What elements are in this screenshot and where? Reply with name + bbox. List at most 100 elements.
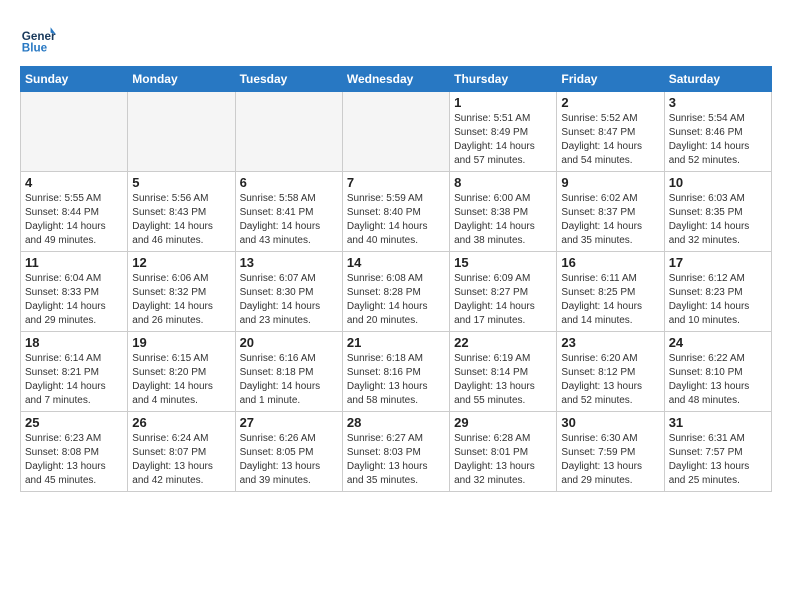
day-info: Sunrise: 6:09 AM Sunset: 8:27 PM Dayligh… [454,272,552,328]
weekday-header: Wednesday [342,67,449,92]
svg-text:Blue: Blue [22,42,48,55]
day-info: Sunrise: 6:15 AM Sunset: 8:20 PM Dayligh… [132,352,230,408]
day-info: Sunrise: 5:51 AM Sunset: 8:49 PM Dayligh… [454,112,552,168]
day-info: Sunrise: 6:00 AM Sunset: 8:38 PM Dayligh… [454,192,552,248]
day-info: Sunrise: 5:58 AM Sunset: 8:41 PM Dayligh… [240,192,338,248]
day-info: Sunrise: 6:28 AM Sunset: 8:01 PM Dayligh… [454,432,552,488]
calendar-cell: 14 Sunrise: 6:08 AM Sunset: 8:28 PM Dayli… [342,252,449,332]
day-number: 4 [25,175,123,190]
calendar-cell: 7 Sunrise: 5:59 AM Sunset: 8:40 PM Daylig… [342,172,449,252]
day-number: 13 [240,255,338,270]
calendar-cell: 26 Sunrise: 6:24 AM Sunset: 8:07 PM Dayli… [128,412,235,492]
day-info: Sunrise: 6:18 AM Sunset: 8:16 PM Dayligh… [347,352,445,408]
day-info: Sunrise: 6:30 AM Sunset: 7:59 PM Dayligh… [561,432,659,488]
day-info: Sunrise: 5:52 AM Sunset: 8:47 PM Dayligh… [561,112,659,168]
day-info: Sunrise: 6:26 AM Sunset: 8:05 PM Dayligh… [240,432,338,488]
day-info: Sunrise: 5:54 AM Sunset: 8:46 PM Dayligh… [669,112,767,168]
calendar-cell [128,92,235,172]
day-info: Sunrise: 6:19 AM Sunset: 8:14 PM Dayligh… [454,352,552,408]
calendar-cell: 5 Sunrise: 5:56 AM Sunset: 8:43 PM Daylig… [128,172,235,252]
calendar-week-row: 1 Sunrise: 5:51 AM Sunset: 8:49 PM Daylig… [21,92,772,172]
day-number: 23 [561,335,659,350]
calendar-week-row: 25 Sunrise: 6:23 AM Sunset: 8:08 PM Dayli… [21,412,772,492]
calendar-cell [342,92,449,172]
calendar-cell: 31 Sunrise: 6:31 AM Sunset: 7:57 PM Dayli… [664,412,771,492]
day-number: 24 [669,335,767,350]
day-info: Sunrise: 6:27 AM Sunset: 8:03 PM Dayligh… [347,432,445,488]
calendar-cell: 10 Sunrise: 6:03 AM Sunset: 8:35 PM Dayli… [664,172,771,252]
day-info: Sunrise: 6:11 AM Sunset: 8:25 PM Dayligh… [561,272,659,328]
calendar-cell: 6 Sunrise: 5:58 AM Sunset: 8:41 PM Daylig… [235,172,342,252]
day-info: Sunrise: 6:24 AM Sunset: 8:07 PM Dayligh… [132,432,230,488]
calendar-cell: 28 Sunrise: 6:27 AM Sunset: 8:03 PM Dayli… [342,412,449,492]
day-number: 14 [347,255,445,270]
day-number: 9 [561,175,659,190]
weekday-header: Tuesday [235,67,342,92]
weekday-header: Monday [128,67,235,92]
day-info: Sunrise: 5:56 AM Sunset: 8:43 PM Dayligh… [132,192,230,248]
calendar-week-row: 18Sunrise: 6:14 AM Sunset: 8:21 PM Dayli… [21,332,772,412]
calendar-cell: 9Sunrise: 6:02 AM Sunset: 8:37 PM Daylig… [557,172,664,252]
day-number: 10 [669,175,767,190]
day-number: 20 [240,335,338,350]
day-info: Sunrise: 6:14 AM Sunset: 8:21 PM Dayligh… [25,352,123,408]
weekday-header: Friday [557,67,664,92]
calendar-cell: 4 Sunrise: 5:55 AM Sunset: 8:44 PM Daylig… [21,172,128,252]
weekday-header: Thursday [450,67,557,92]
calendar-cell: 20Sunrise: 6:16 AM Sunset: 8:18 PM Dayli… [235,332,342,412]
calendar-cell: 11 Sunrise: 6:04 AM Sunset: 8:33 PM Dayli… [21,252,128,332]
calendar-cell: 15 Sunrise: 6:09 AM Sunset: 8:27 PM Dayli… [450,252,557,332]
calendar-cell: 30 Sunrise: 6:30 AM Sunset: 7:59 PM Dayli… [557,412,664,492]
day-info: Sunrise: 5:55 AM Sunset: 8:44 PM Dayligh… [25,192,123,248]
calendar-week-row: 4 Sunrise: 5:55 AM Sunset: 8:44 PM Daylig… [21,172,772,252]
day-info: Sunrise: 6:08 AM Sunset: 8:28 PM Dayligh… [347,272,445,328]
calendar-cell: 8 Sunrise: 6:00 AM Sunset: 8:38 PM Daylig… [450,172,557,252]
day-number: 28 [347,415,445,430]
calendar-cell: 2 Sunrise: 5:52 AM Sunset: 8:47 PM Daylig… [557,92,664,172]
logo: General Blue [20,20,60,56]
day-number: 15 [454,255,552,270]
calendar-cell: 23Sunrise: 6:20 AM Sunset: 8:12 PM Dayli… [557,332,664,412]
day-number: 7 [347,175,445,190]
day-number: 1 [454,95,552,110]
calendar-cell: 19 Sunrise: 6:15 AM Sunset: 8:20 PM Dayli… [128,332,235,412]
day-info: Sunrise: 6:22 AM Sunset: 8:10 PM Dayligh… [669,352,767,408]
day-number: 27 [240,415,338,430]
calendar-cell: 12 Sunrise: 6:06 AM Sunset: 8:32 PM Dayli… [128,252,235,332]
day-info: Sunrise: 6:06 AM Sunset: 8:32 PM Dayligh… [132,272,230,328]
calendar-cell: 27 Sunrise: 6:26 AM Sunset: 8:05 PM Dayli… [235,412,342,492]
day-number: 29 [454,415,552,430]
calendar-week-row: 11 Sunrise: 6:04 AM Sunset: 8:33 PM Dayli… [21,252,772,332]
calendar-cell [235,92,342,172]
day-number: 2 [561,95,659,110]
logo-icon: General Blue [20,20,56,56]
day-number: 12 [132,255,230,270]
calendar-table: SundayMondayTuesdayWednesdayThursdayFrid… [20,66,772,492]
calendar-cell: 17Sunrise: 6:12 AM Sunset: 8:23 PM Dayli… [664,252,771,332]
day-number: 25 [25,415,123,430]
day-info: Sunrise: 5:59 AM Sunset: 8:40 PM Dayligh… [347,192,445,248]
day-number: 22 [454,335,552,350]
day-info: Sunrise: 6:03 AM Sunset: 8:35 PM Dayligh… [669,192,767,248]
day-number: 26 [132,415,230,430]
calendar-cell: 22 Sunrise: 6:19 AM Sunset: 8:14 PM Dayli… [450,332,557,412]
day-number: 30 [561,415,659,430]
day-number: 6 [240,175,338,190]
calendar-cell: 13Sunrise: 6:07 AM Sunset: 8:30 PM Dayli… [235,252,342,332]
calendar-cell: 21Sunrise: 6:18 AM Sunset: 8:16 PM Dayli… [342,332,449,412]
day-number: 8 [454,175,552,190]
weekday-header: Saturday [664,67,771,92]
day-number: 16 [561,255,659,270]
calendar-cell: 25 Sunrise: 6:23 AM Sunset: 8:08 PM Dayli… [21,412,128,492]
day-number: 31 [669,415,767,430]
day-number: 19 [132,335,230,350]
weekday-header: Sunday [21,67,128,92]
calendar-cell: 24 Sunrise: 6:22 AM Sunset: 8:10 PM Dayli… [664,332,771,412]
calendar-cell: 3Sunrise: 5:54 AM Sunset: 8:46 PM Daylig… [664,92,771,172]
day-number: 5 [132,175,230,190]
calendar-cell: 1 Sunrise: 5:51 AM Sunset: 8:49 PM Daylig… [450,92,557,172]
day-info: Sunrise: 6:23 AM Sunset: 8:08 PM Dayligh… [25,432,123,488]
day-info: Sunrise: 6:04 AM Sunset: 8:33 PM Dayligh… [25,272,123,328]
day-number: 11 [25,255,123,270]
day-info: Sunrise: 6:31 AM Sunset: 7:57 PM Dayligh… [669,432,767,488]
